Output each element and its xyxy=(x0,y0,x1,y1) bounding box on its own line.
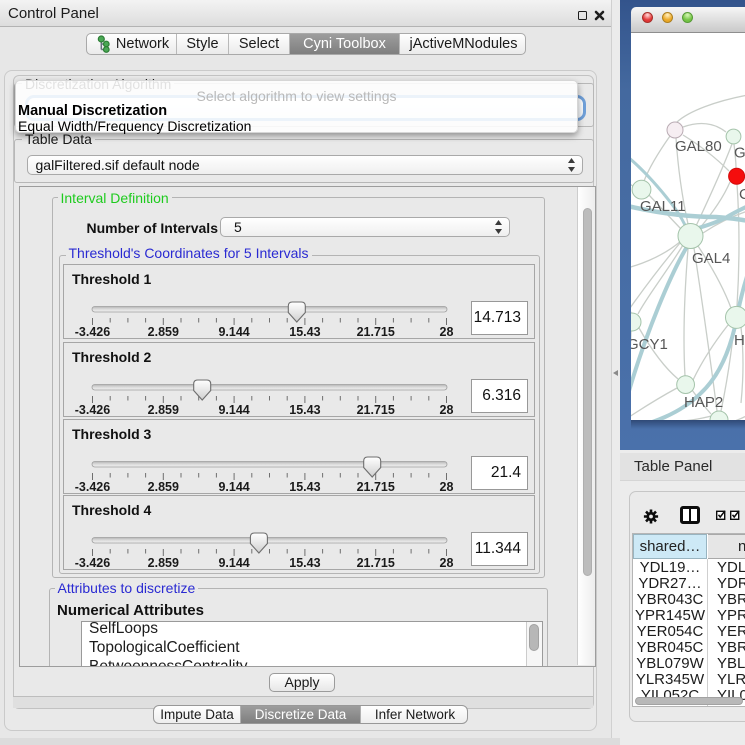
svg-text:GAL4: GAL4 xyxy=(692,250,730,267)
svg-text:28: 28 xyxy=(440,325,454,339)
svg-text:-3.426: -3.426 xyxy=(75,556,110,570)
svg-text:15.43: 15.43 xyxy=(289,403,320,417)
svg-text:2.859: 2.859 xyxy=(148,480,179,494)
svg-text:HAP2: HAP2 xyxy=(684,394,723,411)
svg-text:21.715: 21.715 xyxy=(357,403,395,417)
svg-text:GCY1: GCY1 xyxy=(631,336,668,353)
svg-text:-3.426: -3.426 xyxy=(75,403,110,417)
svg-text:9.144: 9.144 xyxy=(218,325,249,339)
svg-text:9.144: 9.144 xyxy=(218,403,249,417)
svg-text:2.859: 2.859 xyxy=(148,325,179,339)
svg-text:28: 28 xyxy=(440,403,454,417)
svg-text:GAL80: GAL80 xyxy=(675,138,722,155)
svg-text:21.715: 21.715 xyxy=(357,556,395,570)
svg-text:CR: CR xyxy=(739,186,745,203)
svg-text:28: 28 xyxy=(440,556,454,570)
svg-text:2.859: 2.859 xyxy=(148,556,179,570)
svg-text:15.43: 15.43 xyxy=(289,480,320,494)
svg-text:15.43: 15.43 xyxy=(289,325,320,339)
svg-text:15.43: 15.43 xyxy=(289,556,320,570)
svg-text:GAL11: GAL11 xyxy=(640,198,686,215)
svg-text:-3.426: -3.426 xyxy=(75,325,110,339)
svg-text:21.715: 21.715 xyxy=(357,325,395,339)
svg-text:28: 28 xyxy=(440,480,454,494)
svg-text:HO: HO xyxy=(734,332,745,349)
svg-text:-3.426: -3.426 xyxy=(75,480,110,494)
svg-text:9.144: 9.144 xyxy=(218,556,249,570)
svg-text:2.859: 2.859 xyxy=(148,403,179,417)
svg-text:21.715: 21.715 xyxy=(357,480,395,494)
svg-text:9.144: 9.144 xyxy=(218,480,249,494)
svg-text:GA: GA xyxy=(734,145,745,162)
